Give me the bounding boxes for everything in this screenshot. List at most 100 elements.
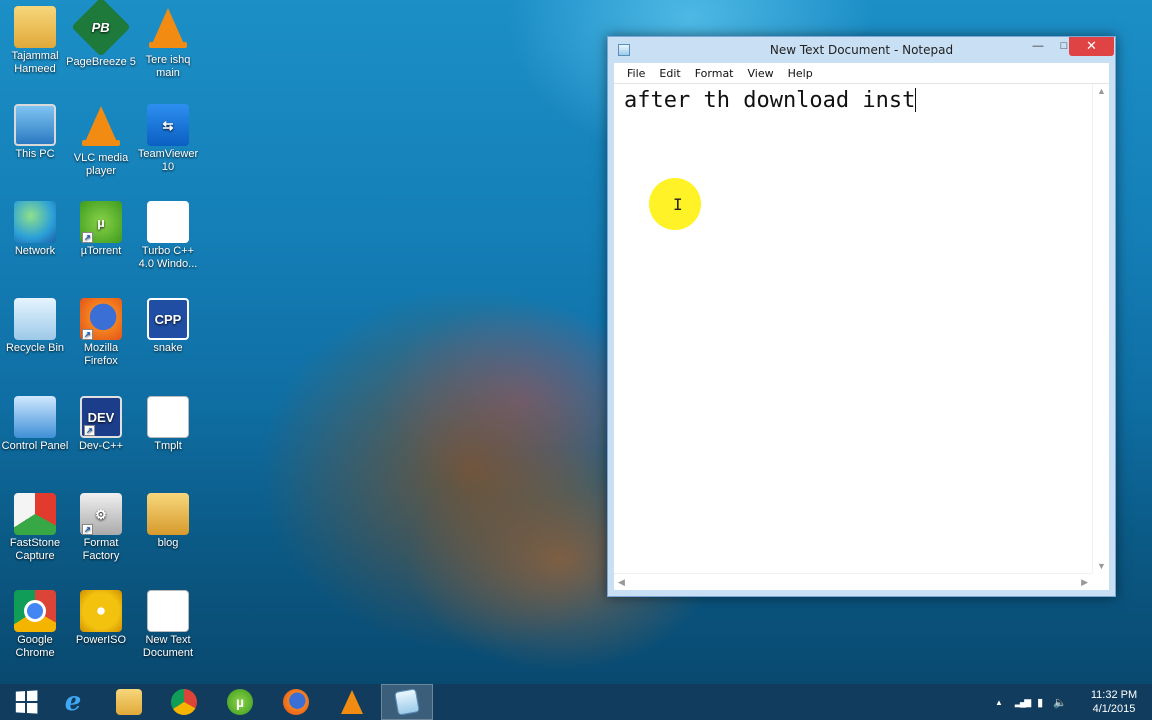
scroll-down-arrow-icon[interactable]: ▼ <box>1097 561 1106 571</box>
text-caret <box>915 88 917 112</box>
taskbar-utorrent[interactable]: µ <box>214 684 266 720</box>
shortcut-arrow-icon: ↗ <box>82 524 93 535</box>
start-windows-icon <box>15 690 38 714</box>
desktop-icon-label: This PC <box>15 148 55 160</box>
cpp-glyph: CPP <box>154 311 182 327</box>
notepad-icon <box>394 688 420 716</box>
desktop-icon-devcpp[interactable]: DEV ↗ Dev-C++ <box>66 396 136 453</box>
desktop-icon-label: Dev-C++ <box>78 440 124 452</box>
desktop-icon-utorrent[interactable]: µ ↗ µTorrent <box>66 201 136 258</box>
teamviewer-icon: ⇆ <box>147 104 189 146</box>
pagebreeze-glyph: PB <box>91 19 111 35</box>
desktop-icon-recycle-bin[interactable]: Recycle Bin <box>0 298 70 355</box>
desktop-icon-label: Tere ishq main <box>145 54 191 79</box>
text-editor-area[interactable]: after th download inst ▲ ▼ ◀ ▶ <box>614 84 1109 590</box>
ie-glyph: e <box>64 687 82 717</box>
desktop-icon-label: snake <box>153 342 183 354</box>
menu-view[interactable]: View <box>741 67 781 80</box>
taskbar-firefox[interactable] <box>270 684 322 720</box>
format-factory-icon: ⚙ ↗ <box>80 493 122 535</box>
file-explorer-icon <box>116 689 142 715</box>
desktop-icon-label: PowerISO <box>75 634 127 646</box>
chrome-icon <box>14 590 56 632</box>
desktop-icon-tmplt[interactable]: Tmplt <box>133 396 203 453</box>
desktop-icon-tere-ishq-main[interactable]: Tere ishq main <box>133 6 203 80</box>
cpp-file-icon: CPP <box>147 298 189 340</box>
clock-time: 11:32 PM <box>1090 689 1138 701</box>
devcpp-icon: DEV ↗ <box>80 396 122 438</box>
apple-icon <box>147 201 189 243</box>
firefox-icon <box>283 689 309 715</box>
desktop-icon-label: TeamViewer 10 <box>137 148 199 173</box>
menu-format[interactable]: Format <box>688 67 741 80</box>
show-hidden-icons-chevron-icon[interactable]: ▲ <box>995 698 1003 707</box>
volume-icon[interactable]: 🔈 <box>1053 696 1067 709</box>
desktop-icon-control-panel[interactable]: Control Panel <box>0 396 70 453</box>
computer-icon <box>14 104 56 146</box>
taskbar-notepad[interactable] <box>381 684 433 720</box>
folder-user-icon <box>14 6 56 48</box>
taskbar-file-explorer[interactable] <box>103 684 155 720</box>
utorrent-glyph: µ <box>97 214 105 230</box>
minimize-button[interactable]: — <box>1025 37 1051 56</box>
desktop-icon-label: blog <box>157 537 179 549</box>
desktop-icon-snake[interactable]: CPP snake <box>133 298 203 355</box>
desktop-icon-pagebreeze[interactable]: PB PageBreeze 5 <box>66 0 136 69</box>
desktop-icon-label: New Text Document <box>142 634 194 659</box>
battery-icon[interactable]: ▮ <box>1037 696 1043 709</box>
menu-bar: File Edit Format View Help <box>614 63 1109 84</box>
shortcut-arrow-icon: ↗ <box>82 329 93 340</box>
scroll-up-arrow-icon[interactable]: ▲ <box>1097 86 1106 96</box>
close-button[interactable]: ✕ <box>1069 37 1114 56</box>
desktop-icon-poweriso[interactable]: PowerISO <box>66 590 136 647</box>
desktop-icon-new-text-document[interactable]: New Text Document <box>133 590 203 660</box>
desktop-icon-teamviewer[interactable]: ⇆ TeamViewer 10 <box>133 104 203 174</box>
start-button[interactable] <box>0 684 52 720</box>
taskbar-chrome[interactable] <box>158 684 210 720</box>
menu-help[interactable]: Help <box>781 67 820 80</box>
shortcut-arrow-icon: ↗ <box>84 425 95 436</box>
desktop-icon-network[interactable]: Network <box>0 201 70 258</box>
taskbar: e µ ▲ ▂▄▆ ▮ 🔈 11:32 PM 4/1/2015 <box>0 684 1152 720</box>
notepad-titlebar[interactable]: New Text Document - Notepad — □ ✕ <box>608 37 1115 63</box>
menu-edit[interactable]: Edit <box>652 67 687 80</box>
desktop-icon-label: FastStone Capture <box>9 537 61 562</box>
desktop-icon-format-factory[interactable]: ⚙ ↗ Format Factory <box>66 493 136 563</box>
notepad-window[interactable]: New Text Document - Notepad — □ ✕ File E… <box>607 36 1116 597</box>
scroll-right-arrow-icon[interactable]: ▶ <box>1081 577 1088 588</box>
desktop-icon-chrome[interactable]: Google Chrome <box>0 590 70 660</box>
desktop-icon-blog[interactable]: blog <box>133 493 203 550</box>
folder-icon <box>147 493 189 535</box>
horizontal-scrollbar[interactable]: ◀ ▶ <box>614 573 1092 590</box>
desktop-icon-vlc[interactable]: VLC media player <box>66 104 136 178</box>
desktop-icon-label: Recycle Bin <box>5 342 65 354</box>
desktop-icon-label: Tmplt <box>154 440 182 452</box>
taskbar-internet-explorer[interactable]: e <box>47 684 99 720</box>
desktop-icon-tajammal-hameed[interactable]: Tajammal Hameed <box>0 6 70 76</box>
editor-text[interactable]: after th download inst <box>624 88 917 113</box>
chrome-icon <box>171 689 197 715</box>
desktop-icon-turbo-cpp[interactable]: Turbo C++ 4.0 Windo... <box>133 201 203 271</box>
control-panel-icon <box>14 396 56 438</box>
poweriso-icon <box>80 590 122 632</box>
utorrent-glyph: µ <box>235 694 245 710</box>
system-tray: ▲ ▂▄▆ ▮ 🔈 <box>995 684 1067 720</box>
taskbar-clock[interactable]: 11:32 PM 4/1/2015 <box>1082 688 1146 716</box>
editor-content: after th download inst <box>624 88 916 113</box>
vertical-scrollbar[interactable]: ▲ ▼ <box>1092 84 1109 573</box>
utorrent-icon: µ <box>227 689 253 715</box>
desktop-icon-label: Turbo C++ 4.0 Windo... <box>138 245 198 270</box>
network-signal-icon[interactable]: ▂▄▆ <box>1015 697 1031 708</box>
desktop-icon-this-pc[interactable]: This PC <box>0 104 70 161</box>
desktop-icon-label: Google Chrome <box>15 634 55 659</box>
faststone-icon <box>14 493 56 535</box>
desktop-icon-faststone[interactable]: FastStone Capture <box>0 493 70 563</box>
taskbar-vlc[interactable] <box>326 684 378 720</box>
menu-file[interactable]: File <box>620 67 652 80</box>
desktop-icon-label: Tajammal Hameed <box>11 50 59 75</box>
desktop-icon-firefox[interactable]: ↗ Mozilla Firefox <box>66 298 136 368</box>
scroll-left-arrow-icon[interactable]: ◀ <box>618 577 625 588</box>
vlc-cone-icon <box>341 690 363 714</box>
text-file-icon <box>147 396 189 438</box>
desktop-icon-label: µTorrent <box>80 245 122 257</box>
